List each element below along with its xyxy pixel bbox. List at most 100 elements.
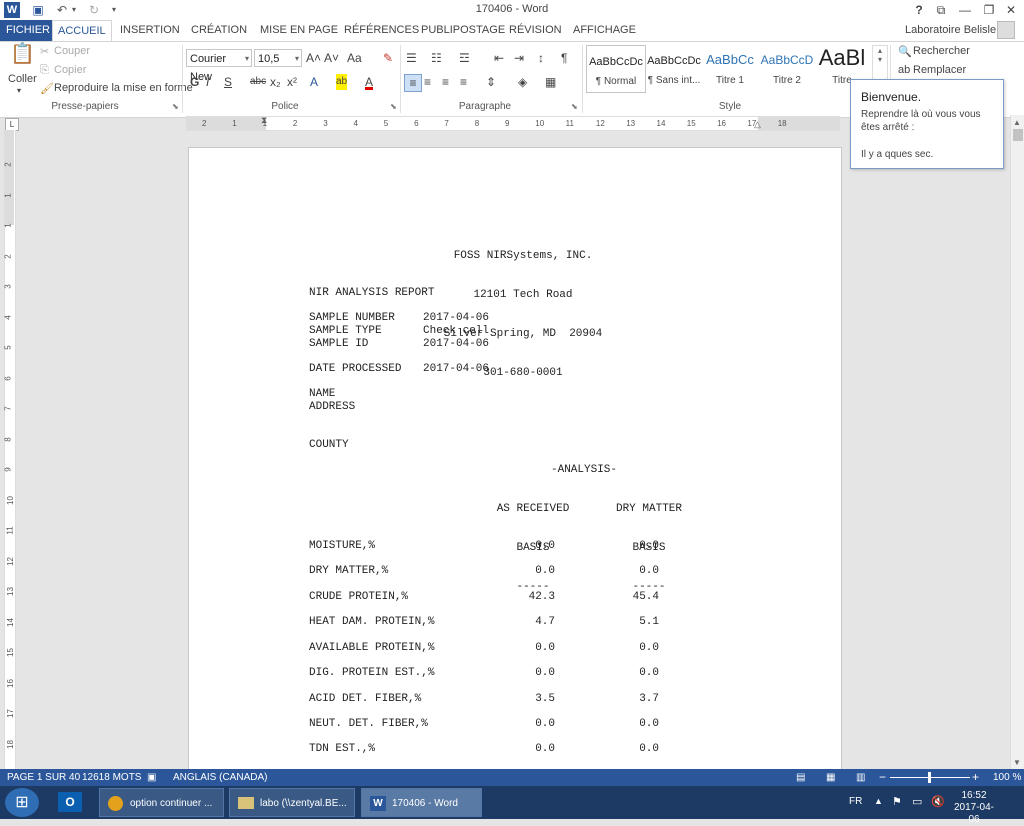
page-count[interactable]: PAGE 1 SUR 40 xyxy=(7,772,80,783)
align-center-icon[interactable]: ≡ xyxy=(424,74,431,90)
input-language[interactable]: FR xyxy=(849,796,862,807)
print-layout-icon[interactable]: ▦ xyxy=(826,772,835,783)
vertical-scrollbar[interactable]: ▲ ▼ xyxy=(1010,115,1024,770)
style-titre-1[interactable]: AaBbCc Titre 1 xyxy=(700,45,760,93)
scroll-down-icon[interactable]: ▼ xyxy=(1013,758,1021,767)
strikethrough-icon[interactable]: abc xyxy=(250,74,266,90)
redo-icon[interactable]: ↻ xyxy=(86,2,102,18)
shading-icon[interactable]: ◈ xyxy=(518,74,527,90)
style-normal[interactable]: AaBbCcDc ¶ Normal xyxy=(586,45,646,93)
vertical-ruler[interactable]: 2 1 1 2 3 4 5 6 7 8 9 10 11 12 13 14 15 16 17 18 xyxy=(0,130,16,769)
word-count[interactable]: 12618 MOTS xyxy=(82,772,141,783)
font-launcher-icon[interactable]: ⬊ xyxy=(390,102,397,111)
welcome-back-popup[interactable]: Bienvenue. Reprendre là où vous vous ête… xyxy=(850,79,1004,169)
horizontal-ruler[interactable]: ⧗ △ 2 1 1 2 3 4 5 6 7 8 9 10 11 12 13 14 15 16 17 18 xyxy=(186,115,840,131)
scroll-thumb[interactable] xyxy=(1013,129,1023,141)
subscript-icon[interactable]: x₂ xyxy=(270,74,281,90)
volume-icon[interactable]: 🔇 xyxy=(931,795,945,808)
scroll-up-icon[interactable]: ▲ xyxy=(1013,118,1021,127)
clipboard-launcher-icon[interactable]: ⬊ xyxy=(172,102,179,111)
copy-icon[interactable]: ⎘ xyxy=(40,64,49,77)
help-button[interactable]: ? xyxy=(908,2,930,18)
outlook-icon[interactable]: O xyxy=(58,792,82,812)
restore-button[interactable]: ❐ xyxy=(978,2,1000,18)
justify-icon[interactable]: ≡ xyxy=(460,74,467,90)
cut-button[interactable]: Couper xyxy=(54,45,90,57)
document-page[interactable]: FOSS NIRSystems, INC. 12101 Tech Road Si… xyxy=(188,147,842,789)
change-case-icon[interactable]: Aa xyxy=(347,50,362,66)
tab-accueil[interactable]: ACCUEIL xyxy=(52,20,112,41)
clock[interactable]: 16:52 2017-04-06 xyxy=(952,790,996,826)
sort-icon[interactable]: ↕ xyxy=(538,50,544,66)
word-app-icon[interactable]: W xyxy=(4,2,20,18)
align-left-icon[interactable]: ≡ xyxy=(404,74,422,92)
tray-arrow-icon[interactable]: ▲ xyxy=(874,796,883,806)
styles-gallery-scroll[interactable]: ▴ ▾ xyxy=(872,45,888,81)
tab-references[interactable]: RÉFÉRENCES xyxy=(339,20,424,41)
style-sans-interligne[interactable]: AaBbCcDc ¶ Sans int... xyxy=(644,45,704,93)
decrease-indent-icon[interactable]: ⇤ xyxy=(494,50,504,66)
replace-button[interactable]: Remplacer xyxy=(913,64,966,76)
tab-publipostage[interactable]: PUBLIPOSTAGE xyxy=(416,20,510,41)
user-name[interactable]: Laboratoire Belisle xyxy=(900,20,1001,41)
proofing-icon[interactable]: ▣ xyxy=(147,772,156,783)
zoom-in-button[interactable]: + xyxy=(972,770,979,784)
tab-insertion[interactable]: INSERTION xyxy=(115,20,185,41)
tab-mise-en-page[interactable]: MISE EN PAGE xyxy=(255,20,343,41)
zoom-out-button[interactable]: − xyxy=(879,770,886,784)
underline-icon[interactable]: S xyxy=(224,74,232,90)
ribbon-display-button[interactable]: ⧉ xyxy=(930,2,952,18)
multilevel-list-icon[interactable]: ☲ xyxy=(459,50,470,66)
format-painter-icon[interactable]: 🖌 xyxy=(40,82,54,95)
style-titre-2[interactable]: AaBbCcD Titre 2 xyxy=(757,45,817,93)
bullets-icon[interactable]: ☰ xyxy=(406,50,417,66)
borders-icon[interactable]: ▦ xyxy=(545,74,556,90)
superscript-icon[interactable]: x² xyxy=(287,74,297,90)
numbering-icon[interactable]: ☷ xyxy=(431,50,442,66)
zoom-level[interactable]: 100 % xyxy=(993,772,1021,783)
start-button[interactable]: ⊞ xyxy=(5,788,39,817)
cut-icon[interactable]: ✂ xyxy=(40,45,49,58)
shrink-font-icon[interactable]: A˅ xyxy=(324,50,339,66)
clear-formatting-icon[interactable]: ✎ xyxy=(383,50,393,66)
paste-button[interactable]: Coller xyxy=(8,73,37,85)
tab-revision[interactable]: RÉVISION xyxy=(504,20,567,41)
italic-icon[interactable]: I xyxy=(206,74,209,90)
taskbar-item-explorer[interactable]: labo (\\zentyal.BE... xyxy=(229,788,355,817)
customize-toolbar-icon[interactable]: ▾ xyxy=(106,2,122,18)
taskbar-item-word[interactable]: W 170406 - Word xyxy=(361,788,482,817)
align-right-icon[interactable]: ≡ xyxy=(442,74,449,90)
paste-icon[interactable]: 📋 xyxy=(10,44,35,70)
highlight-icon[interactable]: ab xyxy=(336,74,348,90)
bold-icon[interactable]: G xyxy=(190,74,199,90)
show-marks-icon[interactable]: ¶ xyxy=(561,50,567,66)
taskbar-item-chrome[interactable]: option continuer ... xyxy=(99,788,224,817)
tab-fichier[interactable]: FICHIER xyxy=(0,20,56,41)
text-effects-icon[interactable]: A xyxy=(310,74,318,90)
line-spacing-icon[interactable]: ⇕ xyxy=(486,74,496,90)
web-layout-icon[interactable]: ▥ xyxy=(856,772,865,783)
increase-indent-icon[interactable]: ⇥ xyxy=(514,50,524,66)
copy-button[interactable]: Copier xyxy=(54,64,86,76)
font-size-select[interactable]: 10,5 ▾ xyxy=(254,49,302,67)
close-button[interactable]: ✕ xyxy=(1000,2,1022,18)
tab-affichage[interactable]: AFFICHAGE xyxy=(568,20,641,41)
network-icon[interactable]: ▭ xyxy=(912,795,922,808)
zoom-slider-thumb[interactable] xyxy=(928,772,931,783)
font-color-icon[interactable]: A xyxy=(365,74,374,90)
replace-icon[interactable]: ab xyxy=(898,64,910,76)
find-icon[interactable]: 🔍 xyxy=(898,45,912,58)
font-family-select[interactable]: Courier New ▾ xyxy=(186,49,252,83)
save-icon[interactable]: ▣ xyxy=(30,2,46,18)
tab-creation[interactable]: CRÉATION xyxy=(186,20,252,41)
paste-dropdown-icon[interactable]: ▾ xyxy=(17,86,21,95)
read-mode-icon[interactable]: ▤ xyxy=(796,772,805,783)
flag-icon[interactable]: ⚑ xyxy=(892,795,902,808)
paragraph-launcher-icon[interactable]: ⬊ xyxy=(571,102,578,111)
find-button[interactable]: Rechercher xyxy=(913,45,970,57)
grow-font-icon[interactable]: A˄ xyxy=(306,50,321,66)
language[interactable]: ANGLAIS (CANADA) xyxy=(173,772,267,783)
user-avatar[interactable] xyxy=(997,21,1015,39)
format-painter-button[interactable]: Reproduire la mise en forme xyxy=(54,82,193,94)
minimize-button[interactable]: — xyxy=(954,2,976,18)
